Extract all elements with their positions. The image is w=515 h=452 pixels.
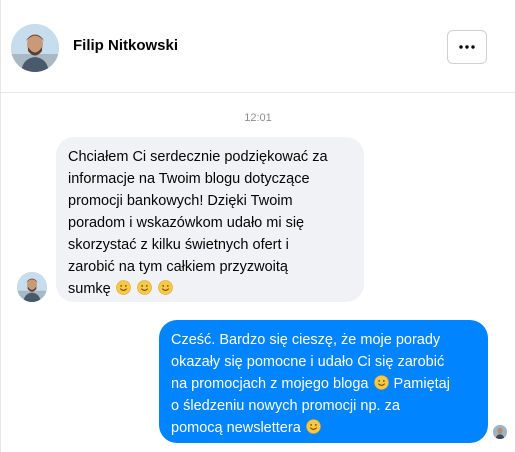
sender-avatar[interactable] [17,272,47,302]
message-timestamp: 12:01 [244,112,272,124]
more-options-button[interactable] [447,30,487,64]
contact-name[interactable]: Filip Nitkowski [73,37,178,54]
smile-emoji-icon [158,280,173,295]
smile-emoji-icon [136,280,152,295]
message-line: skorzystać z kilku świetnych ofert i [68,237,289,253]
profile-photo-icon [493,425,507,439]
profile-photo-icon [17,272,47,302]
incoming-message-bubble[interactable]: Chciałem Ci serdecznie podziękować za in… [56,137,364,302]
chat-header: Filip Nitkowski [1,0,515,93]
smile-emoji-icon [305,419,321,434]
message-line: o śledzeniu nowych promocji np. za [171,398,400,414]
outgoing-message-bubble[interactable]: Cześć. Bardzo się cieszę, że moje porady… [159,320,488,443]
message-line: Chciałem Ci serdecznie podziękować za [68,149,328,165]
message-line: na promocjach z mojego bloga [171,376,369,392]
chat-window: Filip Nitkowski 12:01 Chciałem Ci serdec… [0,0,515,452]
message-line: pomocą newslettera [171,420,301,436]
message-line: promocji bankowych! Dzięki Twoim [68,193,293,209]
message-line: informacje na Twoim blogu dotyczące [68,171,310,187]
message-line: Pamiętaj [393,376,450,392]
message-line: Cześć. Bardzo się cieszę, że moje porady [171,332,441,348]
read-receipt-avatar [493,425,507,439]
more-horizontal-icon [459,45,475,49]
message-line: sumkę [68,281,111,297]
message-line: zarobić na tym całkiem przyzwoitą [68,259,288,275]
message-line: poradom i wskazówkom udało mi się [68,215,305,231]
contact-avatar[interactable] [11,24,59,72]
smile-emoji-icon [373,375,389,390]
message-line: okazały się pomocne i udało Ci się zarob… [171,354,445,370]
smile-emoji-icon [115,280,131,295]
profile-photo-icon [11,24,59,72]
